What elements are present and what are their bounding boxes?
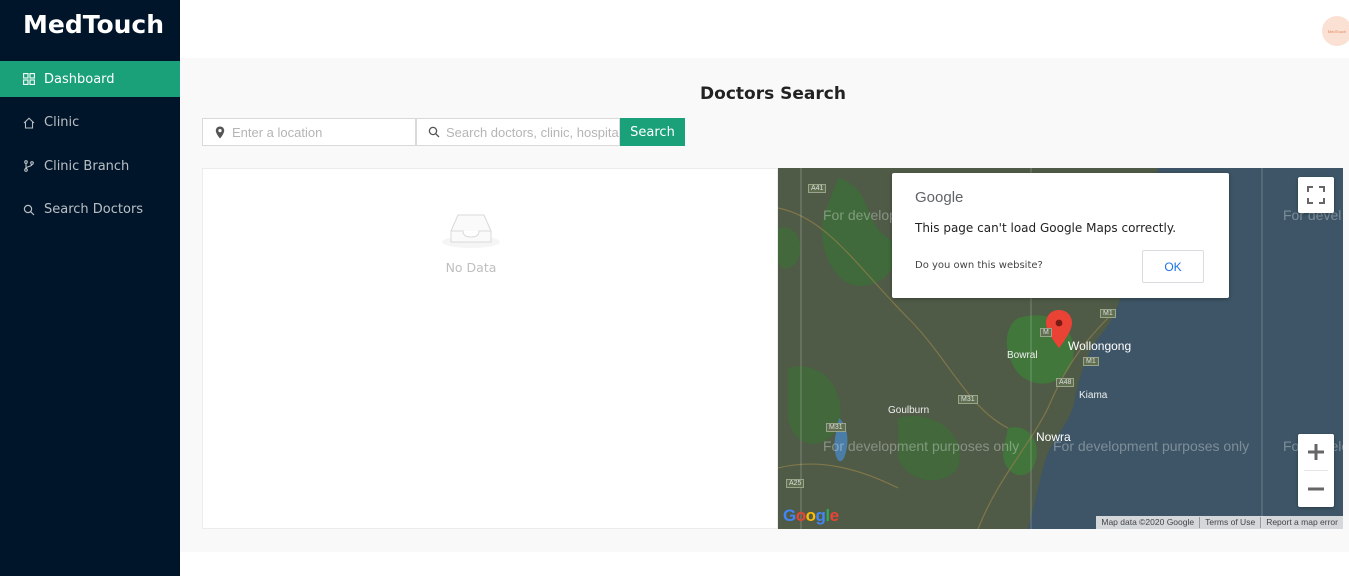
sidebar-item-clinic[interactable]: Clinic	[0, 105, 180, 141]
sidebar-item-label: Search Doctors	[44, 202, 144, 217]
map-data-credit: Map data ©2020 Google	[1101, 517, 1195, 527]
home-icon	[22, 116, 36, 130]
page-title: Doctors Search	[700, 84, 846, 104]
plus-icon	[1308, 444, 1324, 460]
main-content: Doctors Search Search No Data	[180, 58, 1349, 552]
empty-inbox-icon	[442, 214, 500, 248]
dashboard-icon	[22, 72, 36, 86]
location-input[interactable]	[232, 124, 415, 140]
sidebar-item-dashboard[interactable]: Dashboard	[0, 61, 180, 97]
sidebar-item-label: Clinic	[44, 115, 80, 130]
road-shield: A48	[1056, 378, 1075, 387]
road-shield: M	[1040, 328, 1052, 337]
sidebar-menu: Dashboard Clinic Clinic Branch Search Do…	[0, 61, 180, 235]
fullscreen-button[interactable]	[1298, 177, 1334, 213]
fullscreen-icon	[1307, 186, 1325, 204]
results-panel: No Data	[202, 168, 778, 529]
search-icon	[427, 125, 441, 139]
road-shield: A41	[808, 184, 827, 193]
map-label-nowra: Nowra	[1036, 430, 1071, 444]
dialog-message: This page can't load Google Maps correct…	[915, 221, 1177, 235]
search-icon	[22, 203, 36, 217]
zoom-out-button[interactable]	[1298, 471, 1334, 507]
map-error-dialog: Google This page can't load Google Maps …	[892, 173, 1229, 298]
map-watermark: For development purposes only	[1053, 438, 1250, 454]
zoom-control	[1298, 434, 1334, 507]
map-attribution: Map data ©2020 Google Terms of Use Repor…	[1096, 516, 1343, 529]
sidebar-item-label: Dashboard	[44, 71, 115, 87]
sidebar-item-clinic-branch[interactable]: Clinic Branch	[0, 148, 180, 184]
avatar[interactable]: MedTouch	[1322, 16, 1349, 46]
google-logo: Google	[915, 189, 964, 206]
search-input[interactable]	[446, 124, 619, 140]
map-label-bowral: Bowral	[1007, 350, 1038, 361]
zoom-in-button[interactable]	[1298, 434, 1334, 470]
map-label-wollongong: Wollongong	[1068, 339, 1132, 353]
top-header: MedTouch	[180, 0, 1349, 58]
dialog-question: Do you own this website?	[915, 260, 1043, 271]
map-label-kiama: Kiama	[1079, 390, 1108, 401]
road-shield: M1	[1083, 357, 1099, 366]
sidebar-item-search-doctors[interactable]: Search Doctors	[0, 192, 180, 228]
search-button[interactable]: Search	[620, 118, 685, 146]
search-input-wrapper	[416, 118, 620, 146]
location-pin-icon	[213, 125, 227, 139]
minus-icon	[1308, 487, 1324, 491]
sidebar-item-label: Clinic Branch	[44, 158, 130, 174]
map-watermark: For development purposes only	[823, 438, 1020, 454]
google-map[interactable]: For development purposes only For devel …	[778, 168, 1343, 529]
branch-icon	[22, 159, 36, 173]
road-shield: A25	[786, 479, 805, 488]
road-shield: M31	[826, 423, 846, 432]
google-map-logo[interactable]: Google	[783, 506, 839, 526]
dialog-ok-button[interactable]: OK	[1142, 250, 1204, 283]
location-input-wrapper	[202, 118, 416, 146]
report-error-link[interactable]: Report a map error	[1260, 517, 1343, 528]
empty-text: No Data	[445, 260, 497, 275]
road-shield: M31	[958, 395, 978, 404]
app-logo: MedTouch	[23, 10, 165, 39]
map-label-goulburn: Goulburn	[888, 405, 930, 416]
avatar-text: MedTouch	[1327, 28, 1347, 34]
sidebar: MedTouch Dashboard Clinic Clinic Branch …	[0, 0, 180, 576]
road-shield: M1	[1100, 309, 1116, 318]
terms-link[interactable]: Terms of Use	[1199, 517, 1260, 528]
